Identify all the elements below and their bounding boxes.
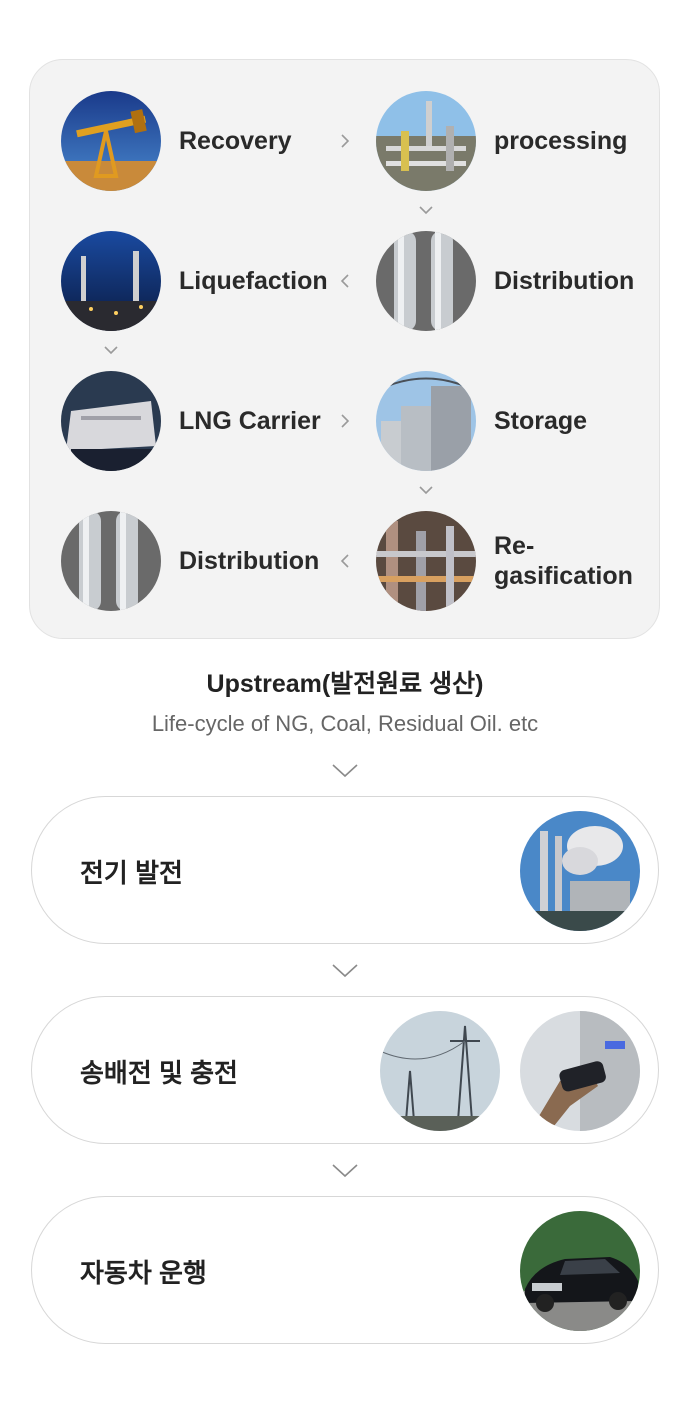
processing-plant-icon (376, 91, 476, 191)
upstream-title: Upstream(발전원료 생산) (206, 670, 484, 698)
chevron-left-icon (335, 271, 355, 291)
node-label: Liquefaction (179, 267, 328, 295)
node-label: Storage (494, 407, 588, 435)
stage-label: 송배전 및 충전 (80, 1058, 238, 1088)
stage-vehicle-operation: 자동차 운행 (31, 1196, 659, 1344)
stage-power-generation: 전기 발전 (31, 796, 659, 944)
node-label: Distribution (494, 267, 635, 295)
storage-tank-icon (376, 371, 476, 471)
node-regasification: Re- gasification (376, 511, 633, 611)
node-label: LNG Carrier (179, 407, 321, 435)
node-processing: processing (376, 91, 627, 191)
node-distribution-lower: Distribution (61, 511, 319, 611)
node-distribution-upper: Distribution (376, 231, 634, 331)
node-label: processing (494, 127, 628, 155)
regasification-plant-icon (376, 511, 476, 611)
transmission-tower-icon (380, 1011, 500, 1131)
chevron-down-icon (416, 480, 436, 500)
stage-label: 전기 발전 (80, 858, 183, 888)
oil-pump-icon (61, 91, 161, 191)
chevron-down-icon (416, 200, 436, 220)
pipeline-icon (376, 231, 476, 331)
node-storage: Storage (376, 371, 587, 471)
node-lng-carrier: LNG Carrier (61, 371, 321, 471)
chevron-down-icon (330, 762, 360, 780)
node-label: Re- gasification (494, 532, 633, 590)
ev-charger-icon (520, 1011, 640, 1131)
node-liquefaction: Liquefaction (61, 231, 328, 331)
power-plant-icon (520, 811, 640, 931)
lng-ship-icon (61, 371, 161, 471)
chevron-down-icon (101, 340, 121, 360)
liquefaction-plant-icon (61, 231, 161, 331)
stage-transmission-charging: 송배전 및 충전 (31, 996, 659, 1144)
stage-label: 자동차 운행 (80, 1258, 207, 1288)
chevron-left-icon (335, 551, 355, 571)
node-label: Distribution (179, 547, 320, 575)
pipeline-icon (61, 511, 161, 611)
car-icon (520, 1211, 640, 1331)
chevron-right-icon (335, 411, 355, 431)
upstream-subtitle: Life-cycle of NG, Coal, Residual Oil. et… (151, 711, 539, 736)
node-recovery: Recovery (61, 91, 292, 191)
chevron-down-icon (330, 1162, 360, 1180)
upstream-cycle-panel: Recovery processing Liquefaction Distrib… (29, 59, 660, 639)
node-label: Recovery (179, 127, 292, 155)
chevron-right-icon (335, 131, 355, 151)
chevron-down-icon (330, 962, 360, 980)
